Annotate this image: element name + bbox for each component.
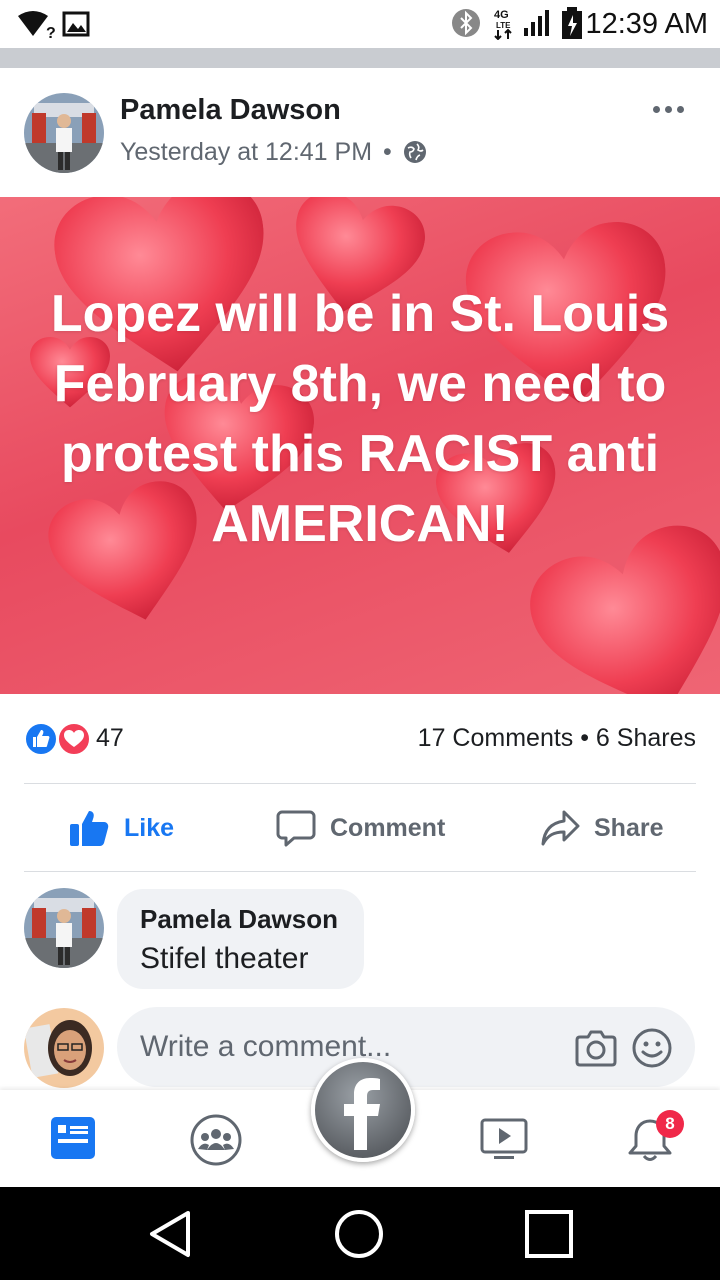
post-image-text: Lopez will be in St. Louis February 8th,… <box>50 285 670 553</box>
author-photo <box>24 93 104 173</box>
signal-icon <box>524 10 549 36</box>
post-time-text: Yesterday at 12:41 PM <box>120 138 373 166</box>
feed-separator <box>0 48 720 68</box>
notification-badge[interactable]: 8 <box>656 1110 684 1138</box>
comment-author-name[interactable]: Pamela Dawson <box>140 904 338 935</box>
divider <box>24 783 696 784</box>
emoji-icon[interactable] <box>631 1027 673 1069</box>
svg-text:LTE: LTE <box>496 21 511 30</box>
share-button[interactable]: Share <box>540 802 663 854</box>
reactions-icon <box>24 722 91 756</box>
more-dot <box>652 105 660 113</box>
more-dot <box>664 105 672 113</box>
reaction-count[interactable]: 47 <box>96 724 124 753</box>
recents-icon[interactable] <box>524 1209 574 1259</box>
svg-text:4G: 4G <box>494 9 509 21</box>
watch-video-icon[interactable] <box>480 1118 528 1160</box>
post-time-separator: • <box>382 138 392 166</box>
svg-text:?: ? <box>46 25 56 40</box>
thumbs-up-icon <box>70 811 109 846</box>
divider <box>24 871 696 872</box>
post-timestamp: Yesterday at 12:41 PM • <box>120 138 427 167</box>
more-dot <box>676 105 684 113</box>
reaction-icons[interactable] <box>24 722 91 756</box>
share-label: Share <box>594 813 664 842</box>
more-options-button[interactable] <box>646 94 690 124</box>
comment-button[interactable]: Comment <box>276 802 445 854</box>
comments-shares-count[interactable]: 17 Comments • 6 Shares <box>418 724 696 753</box>
status-time: 12:39 AM <box>585 8 708 40</box>
post-image[interactable]: Lopez will be in St. Louis February 8th,… <box>0 197 720 694</box>
current-user-photo <box>24 1008 104 1088</box>
network-4g-icon: 4G LTE <box>494 9 512 40</box>
like-button[interactable]: Like <box>68 802 174 854</box>
globe-icon <box>403 141 426 163</box>
home-icon[interactable] <box>334 1209 384 1259</box>
camera-icon[interactable] <box>575 1027 617 1067</box>
android-navigation-bar <box>0 1187 720 1280</box>
groups-icon[interactable] <box>190 1114 242 1166</box>
comment-label: Comment <box>330 813 446 842</box>
back-icon[interactable] <box>146 1209 194 1259</box>
battery-charging-icon <box>562 7 582 39</box>
commenter-avatar[interactable] <box>24 888 104 968</box>
like-label: Like <box>124 813 175 842</box>
status-bar: ? 4G LTE 12:39 AM <box>0 0 720 48</box>
current-user-avatar <box>24 1008 104 1088</box>
post-author-name[interactable]: Pamela Dawson <box>120 94 341 127</box>
wifi-icon: ? <box>18 11 56 40</box>
news-feed-icon[interactable] <box>50 1116 96 1160</box>
facebook-logo-icon <box>344 1078 380 1150</box>
facebook-home-button[interactable] <box>311 1058 415 1162</box>
comment-icon <box>276 810 316 847</box>
bluetooth-icon <box>452 9 480 37</box>
share-icon <box>541 810 580 846</box>
author-avatar[interactable] <box>24 93 104 173</box>
commenter-photo <box>24 888 104 968</box>
comment-text: Stifel theater <box>140 942 309 975</box>
image-notification-icon <box>62 11 90 37</box>
